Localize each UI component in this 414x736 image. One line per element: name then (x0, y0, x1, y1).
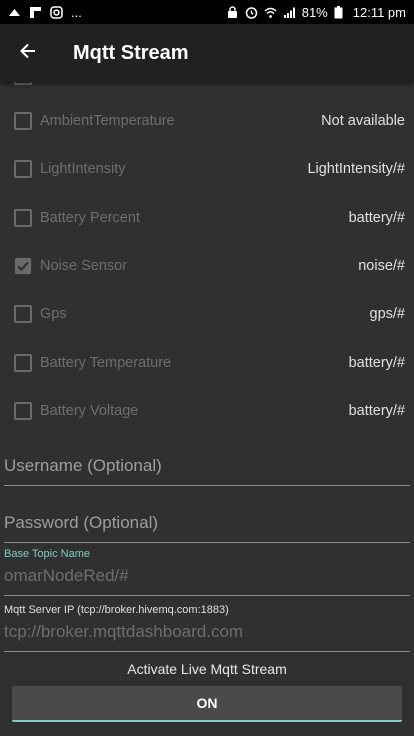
alarm-icon (245, 6, 258, 19)
wifi-icon (264, 6, 277, 19)
password-field[interactable]: Password (Optional) (4, 513, 410, 543)
checkbox[interactable] (14, 401, 32, 420)
battery-icon (334, 5, 347, 19)
sensor-label: LightIntensity (40, 161, 126, 178)
status-left: ... (8, 5, 82, 20)
activate-label: Activate Live Mqtt Stream (127, 661, 287, 677)
server-ip-label: Mqtt Server IP (tcp://broker.hivemq.com:… (4, 604, 229, 616)
server-ip-input[interactable]: tcp://broker.mqttdashboard.com (4, 622, 410, 652)
back-button[interactable] (0, 24, 56, 82)
status-right: 81% 12:11 pm (226, 5, 406, 20)
sensor-topic: noise/# (358, 258, 405, 275)
page-title: Mqtt Stream (73, 41, 189, 64)
check-icon (14, 257, 32, 275)
checkbox[interactable] (14, 353, 32, 372)
arrow-left-icon (18, 41, 38, 66)
base-topic-label: Base Topic Name (4, 548, 91, 560)
list-item[interactable]: AmbientTemperature Not available (0, 97, 414, 145)
upload-icon (8, 6, 21, 19)
checkbox-checked[interactable] (14, 257, 32, 275)
checkbox[interactable] (14, 112, 32, 131)
server-ip-field[interactable]: Mqtt Server IP (tcp://broker.hivemq.com:… (4, 604, 410, 652)
list-item[interactable]: Battery Voltage battery/# (0, 387, 414, 435)
status-bar: ... 81% 12:11 pm (0, 0, 414, 24)
scrolled-checkbox-edge (14, 82, 32, 85)
username-input[interactable]: Username (Optional) (4, 456, 410, 486)
base-topic-input[interactable]: omarNodeRed/# (4, 566, 410, 596)
base-topic-field[interactable]: Base Topic Name omarNodeRed/# (4, 548, 410, 596)
sensor-topic: Not available (321, 113, 405, 130)
sensor-list: AmbientTemperature Not available LightIn… (0, 97, 414, 435)
sensor-topic: battery/# (348, 354, 405, 371)
sensor-label: Battery Temperature (40, 354, 172, 371)
sensor-label: Battery Percent (40, 209, 140, 226)
username-field[interactable]: Username (Optional) (4, 456, 410, 486)
sensor-topic: battery/# (348, 402, 405, 419)
instagram-icon (50, 5, 63, 19)
battery-percent: 81% (301, 4, 328, 20)
list-item[interactable]: Gps gps/# (0, 290, 414, 338)
list-item[interactable]: LightIntensity LightIntensity/# (0, 145, 414, 193)
sensor-label: Noise Sensor (40, 258, 128, 275)
list-item[interactable]: Noise Sensor noise/# (0, 242, 414, 290)
password-input[interactable]: Password (Optional) (4, 513, 410, 543)
more-notifications: ... (71, 4, 82, 20)
app-bar: Mqtt Stream (0, 24, 414, 82)
sensor-topic: LightIntensity/# (307, 161, 405, 178)
signal-icon (283, 6, 296, 19)
sensor-label: AmbientTemperature (40, 113, 175, 130)
sensor-label: Battery Voltage (40, 402, 139, 419)
flipboard-icon (29, 6, 42, 19)
list-item[interactable]: Battery Temperature battery/# (0, 338, 414, 386)
checkbox[interactable] (14, 208, 32, 227)
checkbox[interactable] (14, 305, 32, 324)
checkbox[interactable] (14, 160, 32, 179)
list-item[interactable]: Battery Percent battery/# (0, 194, 414, 242)
sensor-topic: gps/# (369, 306, 405, 323)
sensor-topic: battery/# (348, 209, 405, 226)
sensor-label: Gps (40, 306, 67, 323)
activate-toggle-button[interactable]: ON (12, 686, 402, 722)
status-time: 12:11 pm (352, 4, 406, 20)
lock-icon (226, 5, 239, 19)
